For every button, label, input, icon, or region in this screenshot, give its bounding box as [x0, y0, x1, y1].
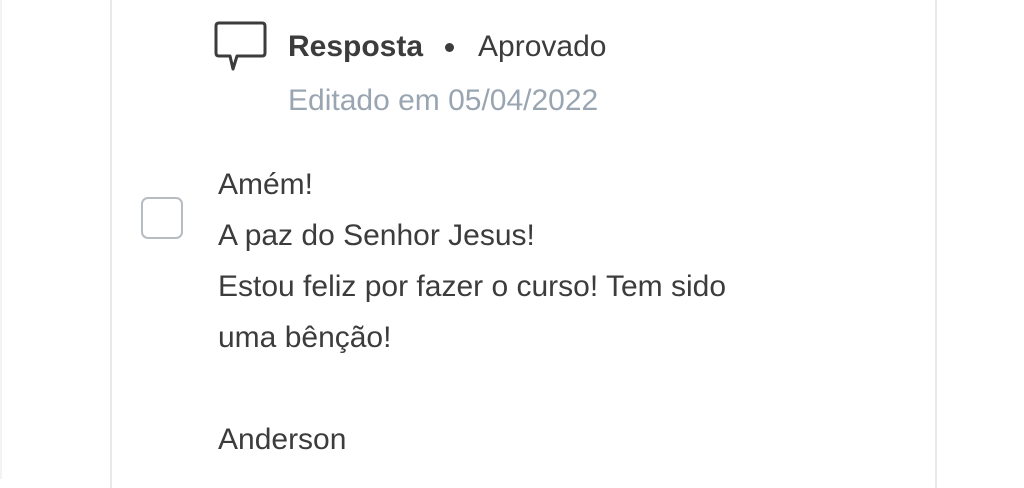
reply-header: Resposta Aprovado	[288, 27, 606, 67]
body-blank-line	[218, 363, 858, 414]
body-line: A paz do Senhor Jesus!	[218, 219, 535, 252]
status-label: Aprovado	[478, 30, 607, 63]
select-checkbox[interactable]	[141, 197, 183, 239]
body-line: Estou feliz por fazer o curso! Tem sido	[218, 270, 727, 303]
page-edge-divider	[0, 0, 2, 479]
edited-timestamp: Editado em 05/04/2022	[288, 84, 599, 117]
body-line: uma bênção!	[218, 321, 392, 354]
reply-type-label: Resposta	[288, 30, 424, 63]
signature: Anderson	[218, 423, 347, 456]
comment-icon	[213, 20, 269, 74]
separator-dot	[445, 42, 455, 52]
body-line: Amém!	[218, 168, 314, 201]
reply-body: Amém! A paz do Senhor Jesus! Estou feliz…	[218, 159, 858, 465]
